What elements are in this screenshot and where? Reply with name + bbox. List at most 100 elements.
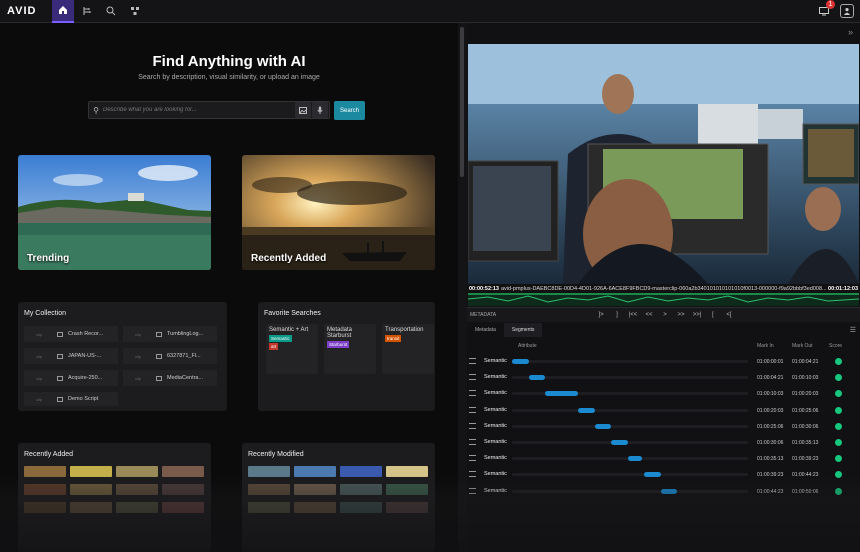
segment-track: [512, 441, 748, 444]
segment-label: Semantic: [484, 455, 507, 462]
tab-metadata[interactable]: Metadata: [467, 323, 504, 337]
segment-row[interactable]: Semantic 01:00:04:21 01:00:10:03: [467, 370, 860, 386]
clear-marks-button[interactable]: <[: [721, 312, 737, 318]
page-title: Find Anything with AI: [152, 53, 306, 70]
thumbnail[interactable]: [162, 502, 204, 513]
play-button[interactable]: >: [657, 312, 673, 318]
search-input[interactable]: [103, 107, 295, 113]
trending-card[interactable]: Trending: [18, 155, 211, 270]
thumbnail[interactable]: [116, 502, 158, 513]
collection-item[interactable]: clip MediaCentra...: [123, 370, 217, 386]
segment-bar[interactable]: [512, 359, 529, 364]
thumbnail[interactable]: [386, 484, 428, 495]
go-to-out-button[interactable]: ]: [609, 312, 625, 318]
collection-item[interactable]: clip JAPAN-US-...: [24, 348, 118, 364]
search-button[interactable]: Search: [334, 101, 365, 120]
favorite-search-item[interactable]: Transportation transit: [382, 324, 434, 374]
thumbnail[interactable]: [70, 502, 112, 513]
app-window: AVID 1 Find Anything with AI Search by d…: [0, 0, 860, 552]
connections-icon[interactable]: [124, 0, 146, 23]
home-icon[interactable]: [52, 0, 74, 23]
image-upload-icon[interactable]: [295, 102, 311, 118]
thumbnail[interactable]: [116, 484, 158, 495]
audio-waveform[interactable]: [467, 293, 860, 306]
segment-row[interactable]: Semantic 01:00:00:01 01:00:04:21: [467, 354, 860, 370]
thumbnail[interactable]: [294, 484, 336, 495]
thumbnail[interactable]: [70, 466, 112, 477]
thumbnail[interactable]: [162, 484, 204, 495]
mark-in-button[interactable]: ]>: [593, 312, 609, 318]
tag-badge: transit: [385, 335, 402, 342]
thumbnail[interactable]: [294, 466, 336, 477]
expand-icon[interactable]: »: [848, 27, 853, 37]
segment-row[interactable]: Semantic 01:00:10:03 01:00:20:03: [467, 386, 860, 402]
video-viewer[interactable]: [467, 44, 860, 289]
thumbnail[interactable]: [386, 466, 428, 477]
page-subtitle: Search by description, visual similarity…: [138, 74, 320, 81]
menu-icon[interactable]: ☰: [846, 323, 860, 337]
segment-row[interactable]: Semantic 01:00:30:06 01:00:35:13: [467, 435, 860, 451]
segment-track: [512, 408, 748, 412]
thumbnail[interactable]: [386, 502, 428, 513]
thumbnail[interactable]: [24, 484, 66, 495]
recently-added-card[interactable]: Recently Added: [242, 155, 435, 270]
favorite-search-item[interactable]: Semantic + Art Semantic art: [266, 324, 318, 374]
segment-bar[interactable]: [578, 407, 595, 413]
player-panel: » 00:00:52:13 avid-pmplus-DAEBC8DE-00D4-…: [467, 23, 860, 552]
user-icon[interactable]: [840, 4, 854, 18]
segment-row[interactable]: Semantic 01:00:39:23 01:00:44:23: [467, 467, 860, 483]
mark-out-button[interactable]: [: [705, 312, 721, 318]
tab-segments[interactable]: Segments: [503, 323, 543, 337]
thumbnail[interactable]: [340, 484, 382, 495]
collection-item[interactable]: clip Demo Script: [24, 392, 118, 406]
timecode-out: 00:01:12:03: [828, 285, 858, 292]
segment-bar[interactable]: [594, 423, 612, 429]
panel-resize-handle[interactable]: [458, 23, 467, 552]
rewind-button[interactable]: <<: [641, 312, 657, 318]
collection-item[interactable]: clip TumblingLog...: [123, 326, 217, 342]
segment-bar[interactable]: [644, 472, 661, 478]
fast-forward-button[interactable]: >>: [673, 312, 689, 318]
segment-mark-in: 01:00:25:06: [757, 423, 784, 430]
segment-track: [512, 473, 748, 477]
thumbnail[interactable]: [248, 502, 290, 513]
segment-label: Semantic: [484, 422, 507, 429]
segment-label: Semantic: [484, 374, 507, 381]
microphone-icon[interactable]: [312, 102, 328, 118]
notification-icon[interactable]: 1: [816, 0, 835, 19]
thumbnail[interactable]: [116, 466, 158, 477]
segment-bar[interactable]: [627, 456, 642, 462]
score-indicator: [835, 487, 842, 495]
go-to-start-button[interactable]: |<<: [625, 312, 641, 318]
thumbnail[interactable]: [248, 484, 290, 495]
segment-bar[interactable]: [545, 391, 579, 397]
thumbnail[interactable]: [24, 502, 66, 513]
segment-mark-out: 01:00:20:03: [792, 391, 819, 398]
thumbnail[interactable]: [70, 484, 112, 495]
favorite-search-item[interactable]: Metadata Starburst Starburst: [324, 324, 376, 374]
collection-item[interactable]: clip 6327871_Fl...: [123, 348, 217, 364]
search-icon: ⚲: [93, 105, 99, 115]
segment-row[interactable]: Semantic 01:00:44:23 01:00:50:06: [467, 484, 860, 500]
segment-row[interactable]: Semantic 01:00:35:13 01:00:39:23: [467, 451, 860, 467]
segment-row[interactable]: Semantic 01:00:20:03 01:00:25:06: [467, 403, 860, 419]
workflow-icon[interactable]: [76, 0, 98, 23]
thumbnail[interactable]: [248, 466, 290, 477]
segment-bar[interactable]: [528, 375, 546, 381]
thumbnail[interactable]: [340, 502, 382, 513]
segment-track: [512, 360, 748, 363]
recently-modified-panel-title: Recently Modified: [248, 451, 304, 458]
score-indicator: [835, 422, 842, 430]
search-icon[interactable]: [100, 0, 122, 23]
collection-item[interactable]: clip Crash Recor...: [24, 326, 118, 342]
segment-bar[interactable]: [611, 440, 628, 445]
thumbnail[interactable]: [294, 502, 336, 513]
thumbnail[interactable]: [340, 466, 382, 477]
thumbnail[interactable]: [24, 466, 66, 477]
thumbnail[interactable]: [162, 466, 204, 477]
segment-row[interactable]: Semantic 01:00:25:06 01:00:30:06: [467, 419, 860, 435]
segment-bar[interactable]: [660, 488, 678, 494]
collection-item[interactable]: clip Acquire-250...: [24, 370, 118, 386]
folder-icon: [57, 353, 63, 359]
go-to-end-button[interactable]: >>|: [689, 312, 705, 318]
